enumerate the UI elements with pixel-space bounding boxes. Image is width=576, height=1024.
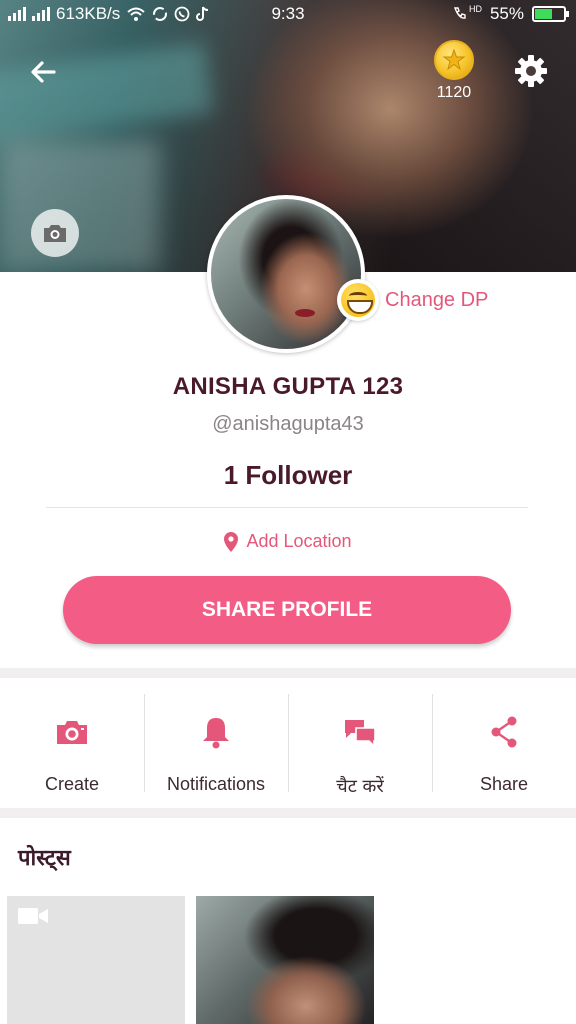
profile-handle: @anishagupta43 (212, 413, 364, 435)
camera-icon (54, 714, 90, 750)
battery-percent: 55% (489, 4, 524, 23)
change-dp-button[interactable]: Change DP (337, 278, 488, 322)
section-separator (0, 668, 576, 678)
status-bar: 613KB/s 9:33 HD 55% (0, 0, 576, 28)
create-button[interactable]: Create (0, 678, 144, 808)
gear-icon (515, 55, 547, 87)
share-profile-button[interactable]: SHARE PROFILE (63, 576, 511, 644)
hd-call-icon: HD (452, 4, 482, 22)
add-location-link[interactable]: Add Location (0, 531, 576, 552)
back-arrow-icon (31, 61, 56, 83)
grinning-face-icon (337, 279, 379, 321)
notifications-button[interactable]: Notifications (144, 678, 288, 808)
change-cover-button[interactable] (31, 209, 79, 257)
change-dp-label: Change DP (385, 288, 489, 311)
settings-button[interactable] (510, 50, 552, 92)
camera-icon (44, 225, 66, 242)
battery-icon (532, 6, 569, 22)
location-pin-icon (224, 531, 239, 552)
add-location-label: Add Location (246, 531, 352, 551)
chat-button[interactable]: चैट करें (288, 678, 432, 808)
chat-label: चैट करें (336, 776, 384, 797)
share-label: Share (479, 774, 529, 794)
video-camera-icon (18, 908, 48, 924)
coin-icon[interactable] (434, 40, 474, 80)
section-separator-2 (0, 808, 576, 818)
create-label: Create (44, 774, 100, 794)
post-thumbnail[interactable] (7, 896, 185, 1024)
action-bar: Create Notifications चैट करें Share (0, 678, 576, 808)
bell-icon (198, 714, 234, 750)
avatar[interactable] (207, 195, 365, 353)
notifications-label: Notifications (166, 774, 266, 794)
followers-count[interactable]: 1 Follower (0, 460, 576, 491)
post-thumbnail[interactable] (196, 896, 374, 1024)
profile-name: ANISHA GUPTA 123 (172, 373, 404, 400)
posts-title: पोस्ट्स (18, 846, 71, 871)
back-button[interactable] (24, 52, 64, 92)
coin-count: 1120 (436, 84, 472, 101)
share-button[interactable]: Share (432, 678, 576, 808)
divider (46, 507, 528, 508)
share-icon (486, 714, 522, 750)
chat-bubbles-icon (342, 714, 378, 750)
